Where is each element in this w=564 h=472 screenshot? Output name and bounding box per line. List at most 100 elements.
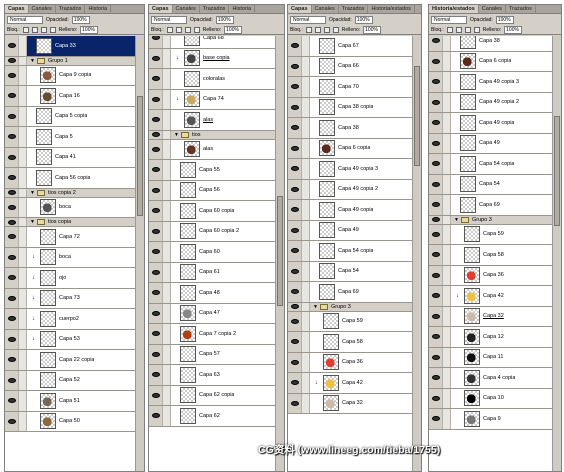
layer-link-cell[interactable] [163,385,171,405]
opacity-field[interactable]: 100% [71,15,90,24]
layer-row[interactable]: Capa 57 [149,344,275,365]
lock-toggle-icon[interactable] [314,26,321,33]
layer-row[interactable]: Capa 12 [429,327,552,348]
visibility-eye-icon[interactable] [429,154,443,174]
visibility-eye-icon[interactable] [5,288,19,308]
layer-row[interactable]: Capa 49 copia 2 [429,92,552,113]
layer-link-cell[interactable] [302,56,310,76]
visibility-eye-icon[interactable] [149,160,163,180]
visibility-eye-icon[interactable] [288,373,302,393]
layer-link-cell[interactable] [19,288,27,308]
visibility-eye-icon[interactable] [149,242,163,262]
layer-link-cell[interactable] [19,268,27,288]
layer-link-cell[interactable] [19,65,27,85]
lock-toggle-icon[interactable] [31,26,38,33]
layer-row[interactable]: alas [149,139,275,160]
layer-link-cell[interactable] [302,200,310,220]
visibility-eye-icon[interactable] [149,283,163,303]
layer-link-cell[interactable] [443,195,451,215]
layer-row[interactable]: Capa 68 [149,36,275,49]
layer-link-cell[interactable] [163,69,171,89]
visibility-eye-icon[interactable] [5,106,19,126]
layer-row[interactable]: Capa 38 [429,36,552,52]
layer-row[interactable]: Capa 59 [288,311,412,332]
layer-link-cell[interactable] [19,188,27,197]
layer-link-cell[interactable] [443,133,451,153]
layer-group-row[interactable]: ▼ Grupo 3 [429,215,552,225]
layer-row[interactable]: Capa 49 copia [429,113,552,134]
visibility-eye-icon[interactable] [288,261,302,281]
layer-row[interactable]: Capa 7 copia 2 [149,324,275,345]
scrollbar[interactable] [275,36,284,471]
layer-row[interactable]: Capa 4 copia [429,368,552,389]
layer-link-cell[interactable] [19,36,27,56]
layer-row[interactable]: Capa 49 copia [288,200,412,221]
blend-mode-select[interactable]: Normal [7,15,43,24]
visibility-eye-icon[interactable] [5,391,19,411]
fill-field[interactable]: 100% [363,25,382,34]
visibility-eye-icon[interactable] [149,262,163,282]
layer-link-cell[interactable] [302,332,310,352]
layer-row[interactable]: Capa 52 [5,370,135,391]
layer-link-cell[interactable] [443,92,451,112]
layer-row[interactable]: Capa 9 [429,409,552,430]
layer-row[interactable]: Capa 69 [288,282,412,303]
layer-row[interactable]: Capa 59 [429,224,552,245]
layer-row[interactable]: Capa 54 [288,261,412,282]
layer-row[interactable]: Capa 61 [149,262,275,283]
visibility-eye-icon[interactable] [5,350,19,370]
layer-row[interactable]: Capa 51 [5,391,135,412]
layer-row[interactable]: Capa 38 [288,118,412,139]
layer-row[interactable]: Capa 6 copia [288,138,412,159]
visibility-eye-icon[interactable] [5,168,19,188]
lock-toggle-icon[interactable] [473,26,480,33]
layer-row[interactable]: ↓ Capa 73 [5,288,135,309]
visibility-eye-icon[interactable] [5,268,19,288]
visibility-eye-icon[interactable] [429,92,443,112]
layer-link-cell[interactable] [163,130,171,139]
layer-row[interactable]: Capa 49 [288,220,412,241]
layer-row[interactable]: Capa 11 [429,347,552,368]
layer-link-cell[interactable] [302,302,310,311]
layer-link-cell[interactable] [443,224,451,244]
layer-row[interactable]: ↓ ojo [5,268,135,289]
visibility-eye-icon[interactable] [288,282,302,302]
layer-link-cell[interactable] [163,139,171,159]
layer-link-cell[interactable] [163,406,171,426]
visibility-eye-icon[interactable] [288,138,302,158]
layer-row[interactable]: Capa 50 [5,411,135,432]
layer-link-cell[interactable] [19,411,27,431]
visibility-eye-icon[interactable] [288,77,302,97]
layer-row[interactable]: Capa 54 [429,174,552,195]
tab-capas[interactable]: Capas [149,5,173,13]
layer-link-cell[interactable] [163,48,171,68]
visibility-eye-icon[interactable] [149,324,163,344]
layer-link-cell[interactable] [19,329,27,349]
layer-link-cell[interactable] [443,286,451,306]
visibility-eye-icon[interactable] [5,188,19,197]
visibility-eye-icon[interactable] [288,241,302,261]
layer-link-cell[interactable] [19,147,27,167]
layer-row[interactable]: ↓ base copia [149,48,275,69]
expand-triangle-icon[interactable]: ▼ [174,132,179,138]
lock-toggle-icon[interactable] [40,26,47,33]
visibility-eye-icon[interactable] [149,110,163,130]
visibility-eye-icon[interactable] [288,302,302,311]
visibility-eye-icon[interactable] [288,56,302,76]
layer-link-cell[interactable] [443,36,451,51]
visibility-eye-icon[interactable] [429,215,443,224]
layer-link-cell[interactable] [19,370,27,390]
layer-row[interactable]: Capa 60 copia [149,201,275,222]
layer-row[interactable]: Capa 9 copia [5,65,135,86]
layer-link-cell[interactable] [443,306,451,326]
layer-link-cell[interactable] [163,365,171,385]
layer-link-cell[interactable] [163,283,171,303]
layer-link-cell[interactable] [163,110,171,130]
visibility-eye-icon[interactable] [5,147,19,167]
tab-trazados[interactable]: Trazados [339,5,369,13]
layer-link-cell[interactable] [163,36,171,48]
blend-mode-select[interactable]: Normal [431,15,467,24]
layer-link-cell[interactable] [163,201,171,221]
lock-toggle-icon[interactable] [175,26,182,33]
expand-triangle-icon[interactable]: ▼ [30,219,35,225]
